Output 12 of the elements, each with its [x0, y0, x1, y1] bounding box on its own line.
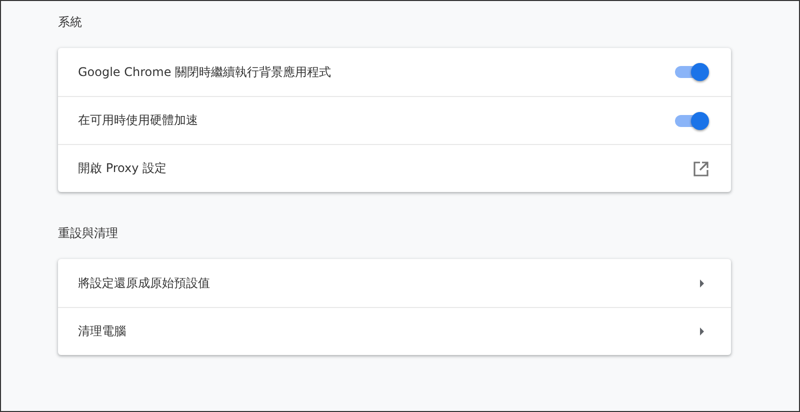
setting-label: 清理電腦	[78, 323, 126, 340]
setting-label: 將設定還原成原始預設值	[78, 274, 210, 292]
external-link-icon[interactable]	[693, 160, 709, 176]
section-heading: 重設與清理	[58, 225, 119, 242]
toggle-switch[interactable]	[675, 63, 709, 81]
arrow-icon[interactable]	[699, 278, 705, 288]
section-heading: 系統	[58, 14, 83, 31]
setting-label: 開啟 Proxy 設定	[78, 160, 166, 177]
setting-label: Google Chrome 關閉時繼續執行背景應用程式	[78, 64, 332, 80]
arrow-icon[interactable]	[699, 327, 705, 336]
setting-label: 在可用時使用硬體加速	[78, 112, 198, 129]
toggle-switch[interactable]	[675, 112, 709, 130]
